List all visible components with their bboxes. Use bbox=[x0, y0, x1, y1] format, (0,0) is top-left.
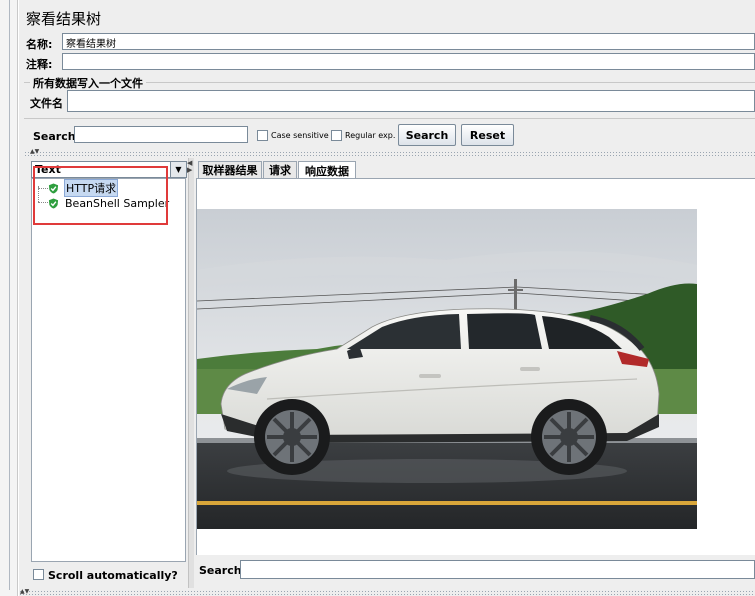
comment-label: 注释: bbox=[26, 58, 53, 71]
window-left-divider bbox=[9, 0, 10, 590]
search-input[interactable] bbox=[74, 126, 248, 143]
search-label: Search: bbox=[33, 130, 80, 143]
scroll-automatically-label: Scroll automatically? bbox=[48, 569, 178, 582]
split-pane-divider[interactable] bbox=[24, 151, 755, 156]
tab-response-data[interactable]: 响应数据 bbox=[298, 161, 356, 179]
name-label: 名称: bbox=[26, 38, 53, 51]
bottom-collapse-icon[interactable]: ▲▼ bbox=[20, 589, 29, 595]
case-sensitive-checkbox[interactable] bbox=[257, 130, 268, 141]
search-button[interactable]: Search bbox=[398, 124, 456, 146]
page-title: 察看结果树 bbox=[26, 10, 102, 28]
annotation-highlight-box bbox=[33, 166, 168, 225]
name-input-value: 察看结果树 bbox=[66, 39, 116, 50]
tab-request[interactable]: 请求 bbox=[263, 161, 297, 178]
bottom-divider[interactable] bbox=[19, 590, 755, 596]
response-image bbox=[197, 209, 697, 529]
regex-checkbox[interactable] bbox=[331, 130, 342, 141]
filename-input[interactable] bbox=[67, 90, 755, 112]
case-sensitive-label: Case sensitive bbox=[271, 131, 329, 140]
comment-input[interactable] bbox=[62, 53, 755, 70]
tree-view[interactable] bbox=[31, 178, 186, 562]
search-section-border bbox=[24, 118, 755, 119]
splitter-collapse-icon[interactable]: ◀ ▶ bbox=[187, 160, 192, 174]
regex-label: Regular exp. bbox=[345, 131, 396, 140]
suv-photo bbox=[197, 209, 697, 529]
bottom-search-label: Search: bbox=[199, 564, 246, 577]
filename-label: 文件名 bbox=[30, 97, 63, 110]
vertical-splitter[interactable] bbox=[188, 158, 194, 588]
chevron-down-icon[interactable]: ▼ bbox=[170, 162, 186, 177]
scroll-automatically-checkbox[interactable] bbox=[33, 569, 44, 580]
reset-button[interactable]: Reset bbox=[461, 124, 514, 146]
file-section-title: 所有数据写入一个文件 bbox=[30, 75, 146, 91]
bottom-search-input[interactable] bbox=[240, 560, 755, 579]
split-collapse-icon[interactable]: ▲▼ bbox=[30, 149, 39, 155]
tab-sampler-result[interactable]: 取样器结果 bbox=[198, 161, 262, 178]
name-input[interactable]: 察看结果树 bbox=[62, 33, 755, 50]
